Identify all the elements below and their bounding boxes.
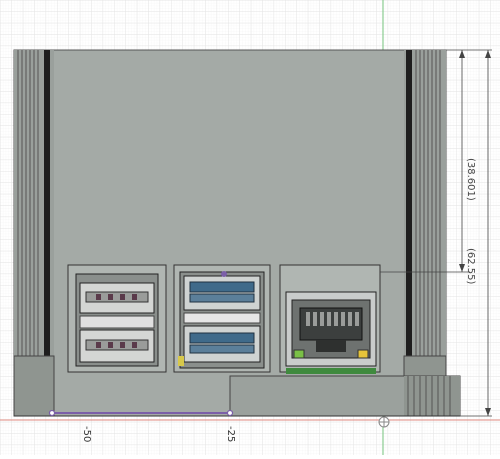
cad-canvas[interactable]: (38.601) (62.55) -50 -25 xyxy=(0,0,500,455)
cad-viewport[interactable]: (38.601) (62.55) -50 -25 xyxy=(0,0,500,455)
rj45-ethernet-port[interactable] xyxy=(279,264,381,374)
x-axis-tick-label: -25 xyxy=(225,426,236,442)
dimension-reference-height[interactable]: (38.601) xyxy=(465,158,476,201)
origin-icon xyxy=(378,416,390,428)
usb-3-stack[interactable] xyxy=(173,264,271,373)
usb-2-stack[interactable] xyxy=(67,264,167,373)
x-axis-tick-label: -50 xyxy=(81,426,92,442)
dimension-overall-height[interactable]: (62.55) xyxy=(465,248,476,285)
